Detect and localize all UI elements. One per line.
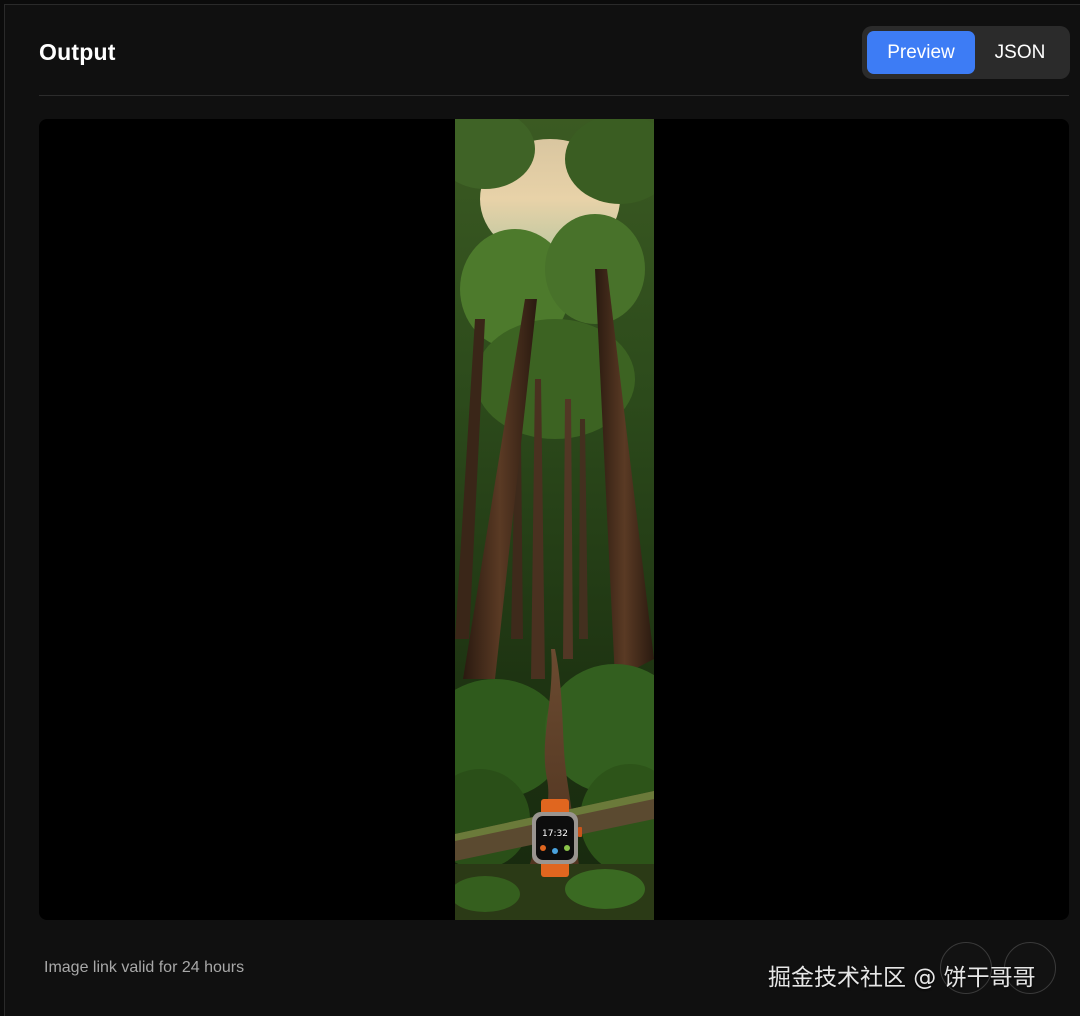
- generated-image[interactable]: 17:32: [455, 119, 654, 920]
- forest-image-illustration: 17:32: [455, 119, 654, 920]
- image-preview: 17:32: [39, 119, 1069, 920]
- watermark-text: 掘金技术社区 @ 饼干哥哥: [768, 965, 1036, 991]
- panel-title: Output: [39, 39, 116, 65]
- watch-time: 17:32: [542, 829, 568, 839]
- json-tab[interactable]: JSON: [975, 31, 1065, 74]
- view-toggle: Preview JSON: [862, 26, 1070, 79]
- preview-tab[interactable]: Preview: [867, 31, 975, 74]
- header-divider: [39, 95, 1069, 96]
- link-validity-note: Image link valid for 24 hours: [44, 959, 245, 976]
- output-panel: Output Preview JSON 17:32 Image link val…: [4, 4, 1080, 1016]
